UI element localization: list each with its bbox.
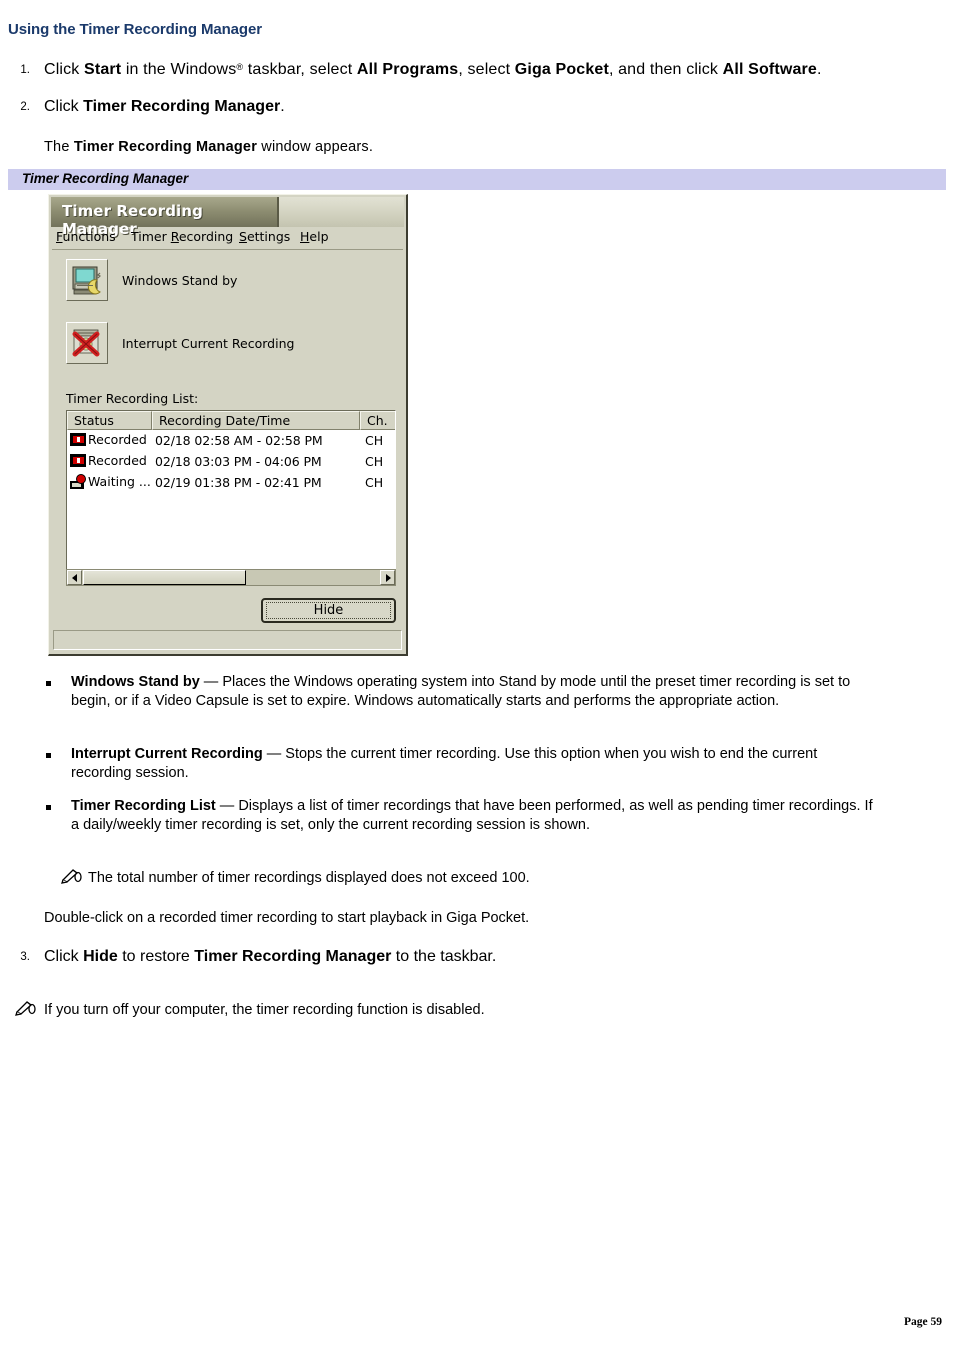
window-status-strip: [53, 630, 402, 650]
standby-monitor-icon: [70, 263, 104, 297]
bullet-marker: [46, 805, 51, 810]
hide-button-label: Hide: [313, 603, 344, 618]
row-channel-cell: CH: [365, 454, 384, 469]
timer-recording-manager-window: Timer Recording Manager Functions Timer …: [48, 194, 408, 656]
menu-item-help[interactable]: Help: [300, 229, 329, 244]
bullet-marker: [46, 753, 51, 758]
note-pencil-icon: [14, 1000, 36, 1016]
interrupt-recording-icon: [70, 326, 104, 360]
menu-item-timer-recording[interactable]: Timer Recording: [131, 229, 233, 244]
double-click-instruction: Double-click on a recorded timer recordi…: [44, 910, 530, 926]
note-text-recording-limit: The total number of timer recordings dis…: [88, 870, 530, 886]
hide-button[interactable]: Hide: [261, 598, 396, 623]
row-datetime-cell: 02/18 03:03 PM - 04:06 PM: [155, 454, 322, 469]
row-datetime-cell: 02/19 01:38 PM - 02:41 PM: [155, 475, 322, 490]
menu-bar: Functions Timer Recording Settings Help: [52, 227, 403, 250]
step-1-text: Click Start in the Windows® taskbar, sel…: [44, 61, 822, 78]
step-1-number: 1.: [20, 64, 30, 76]
waiting-icon: [70, 474, 86, 489]
window-titlebar: Timer Recording Manager: [51, 197, 404, 238]
row-status-text: Waiting ...: [88, 474, 151, 489]
interrupt-recording-button[interactable]: [66, 322, 108, 364]
menu-item-functions[interactable]: Functions: [56, 229, 116, 244]
chevron-right-icon: [386, 574, 391, 582]
row-status-cell: Waiting ...: [70, 474, 151, 489]
listview-header-row: Status Recording Date/Time Ch.: [67, 411, 395, 430]
listview-rows: Recorded 02/18 02:58 AM - 02:58 PM CH Re…: [67, 430, 395, 493]
interrupt-recording-label: Interrupt Current Recording: [122, 336, 295, 351]
step-2-number: 2.: [20, 101, 30, 113]
table-row[interactable]: Recorded 02/18 02:58 AM - 02:58 PM CH: [67, 430, 395, 451]
row-datetime-cell: 02/18 02:58 AM - 02:58 PM: [155, 433, 323, 448]
figure-caption-text: Timer Recording Manager: [22, 171, 189, 186]
row-status-cell: Recorded: [70, 432, 147, 447]
table-row[interactable]: Recorded 02/18 03:03 PM - 04:06 PM CH: [67, 451, 395, 472]
bullet-interrupt-current-recording: Interrupt Current Recording — Stops the …: [71, 746, 818, 781]
scroll-left-button[interactable]: [67, 570, 82, 585]
page-footer: Page 59: [903, 1316, 942, 1328]
window-title-tab: Timer Recording Manager: [51, 197, 279, 238]
window-client-area: Timer Recording Manager Functions Timer …: [49, 195, 406, 654]
figure-caption-bar: Timer Recording Manager: [8, 169, 946, 190]
row-status-text: Recorded: [88, 432, 147, 447]
windows-standby-label: Windows Stand by: [122, 273, 238, 288]
bullet-timer-recording-list: Timer Recording List — Displays a list o…: [71, 798, 873, 833]
column-header-status[interactable]: Status: [67, 411, 152, 430]
row-status-text: Recorded: [88, 453, 147, 468]
row-status-cell: Recorded: [70, 453, 147, 468]
table-row[interactable]: Waiting ... 02/19 01:38 PM - 02:41 PM CH: [67, 472, 395, 493]
scrollbar-thumb[interactable]: [83, 570, 246, 585]
tape-recorded-icon: [70, 433, 86, 446]
column-header-channel[interactable]: Ch.: [360, 411, 395, 430]
bullet-marker: [46, 681, 51, 686]
step-3-text: Click Hide to restore Timer Recording Ma…: [44, 948, 497, 965]
step-3-number: 3.: [20, 951, 30, 963]
menu-item-settings[interactable]: Settings: [239, 229, 290, 244]
page-title: Using the Timer Recording Manager: [8, 21, 262, 38]
chevron-left-icon: [72, 574, 77, 582]
windows-standby-button[interactable]: [66, 259, 108, 301]
row-channel-cell: CH: [365, 475, 384, 490]
scroll-right-button[interactable]: [380, 570, 395, 585]
step-2-subtext: The Timer Recording Manager window appea…: [44, 139, 374, 155]
step-2-text: Click Timer Recording Manager.: [44, 98, 285, 115]
note-pencil-icon: [60, 868, 82, 884]
column-header-datetime[interactable]: Recording Date/Time: [152, 411, 360, 430]
tape-recorded-icon: [70, 454, 86, 467]
bullet-windows-standby: Windows Stand by — Places the Windows op…: [71, 674, 851, 709]
listview-horizontal-scrollbar[interactable]: [66, 569, 396, 586]
row-channel-cell: CH: [365, 433, 384, 448]
note-text-power-off: If you turn off your computer, the timer…: [44, 1002, 485, 1018]
timer-recording-list-label: Timer Recording List:: [66, 391, 199, 406]
timer-recording-listview[interactable]: Status Recording Date/Time Ch. Recorded …: [66, 410, 396, 577]
